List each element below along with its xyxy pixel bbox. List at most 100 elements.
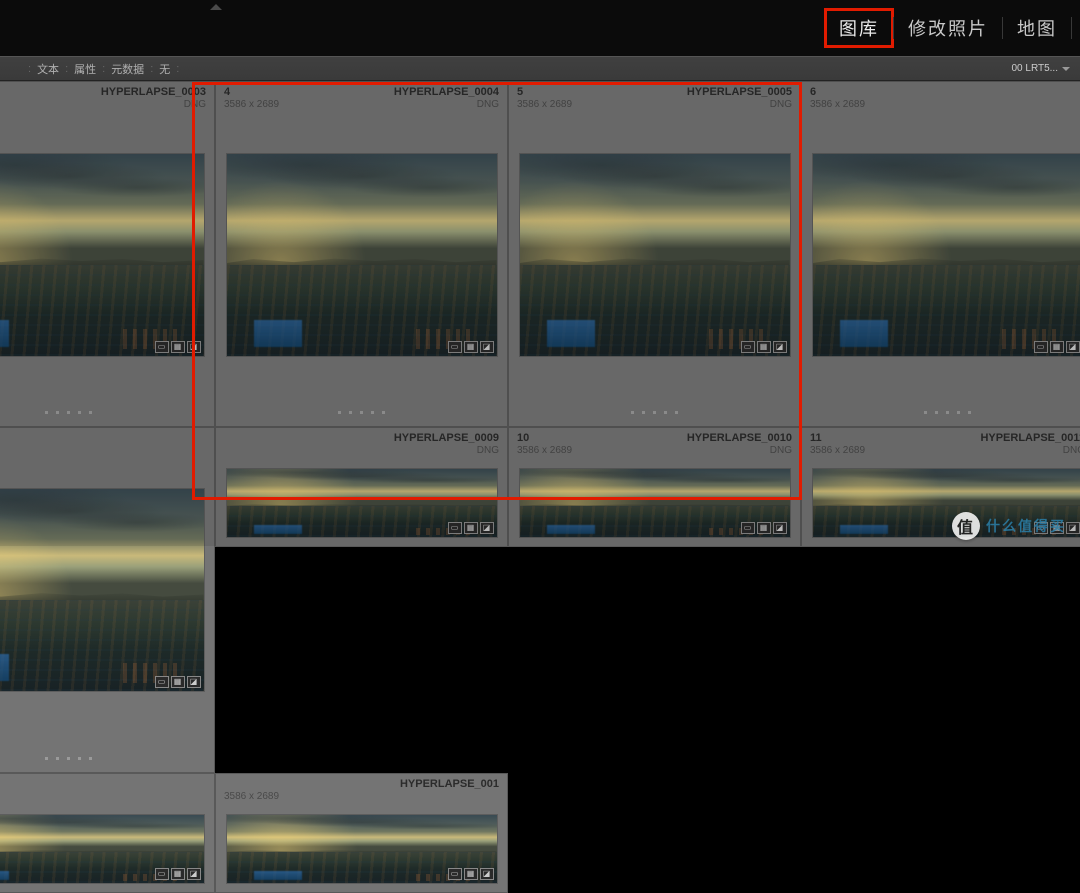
thumb-area: ▭ ▦ ◪: [0, 112, 214, 398]
badge-icon[interactable]: ◪: [480, 868, 494, 880]
badge-icon[interactable]: ▭: [155, 341, 169, 353]
badge-icon[interactable]: ◪: [187, 676, 201, 688]
grid-cell[interactable]: 5 HYPERLAPSE_0005 3586 x 2689 DNG ▭ ▦ ◪: [508, 81, 801, 427]
badge-icon[interactable]: ▦: [757, 341, 771, 353]
badge-icon[interactable]: ▦: [464, 341, 478, 353]
watermark-logo-icon: 值: [952, 512, 980, 540]
rating-dot[interactable]: [642, 411, 645, 414]
photo-thumbnail[interactable]: ▭ ▦ ◪: [0, 814, 205, 884]
badge-icon[interactable]: ▦: [171, 676, 185, 688]
badge-icon[interactable]: ◪: [773, 522, 787, 534]
cell-footer: [216, 398, 507, 426]
rating-dot[interactable]: [924, 411, 927, 414]
module-tab-develop[interactable]: 修改照片: [894, 9, 1002, 47]
filter-option-none[interactable]: 无: [159, 61, 170, 77]
photo-thumbnail[interactable]: ▭ ▦ ◪: [0, 488, 205, 692]
rating-dot[interactable]: [338, 411, 341, 414]
badge-icon[interactable]: ▭: [448, 868, 462, 880]
grid-cell[interactable]: 4 HYPERLAPSE_0004 3586 x 2689 DNG ▭ ▦ ◪: [215, 81, 508, 427]
badge-icon[interactable]: ▭: [155, 676, 169, 688]
badge-icon[interactable]: ▦: [171, 868, 185, 880]
rating-dot[interactable]: [382, 411, 385, 414]
photo-thumbnail[interactable]: ▭ ▦ ◪: [226, 153, 498, 357]
cell-filename: HYPERLAPSE_0003: [101, 86, 206, 98]
badge-icon[interactable]: ▦: [464, 522, 478, 534]
rating-dot[interactable]: [946, 411, 949, 414]
photo-thumbnail[interactable]: ▭ ▦ ◪: [812, 153, 1080, 357]
badge-icon[interactable]: ◪: [187, 341, 201, 353]
badge-icon[interactable]: ▦: [464, 868, 478, 880]
badge-icon[interactable]: ▭: [741, 341, 755, 353]
rating-dot[interactable]: [360, 411, 363, 414]
rating-dot[interactable]: [78, 411, 81, 414]
rating-dot[interactable]: [67, 757, 70, 760]
rating-dot[interactable]: [631, 411, 634, 414]
badge-icon[interactable]: ▭: [448, 341, 462, 353]
rating-dot[interactable]: [968, 411, 971, 414]
grid-cell[interactable]: HYPERLAPSE_0009 DNG ▭ ▦ ◪: [215, 427, 508, 547]
module-tab-map[interactable]: 地图: [1003, 9, 1071, 47]
rating-dot[interactable]: [45, 411, 48, 414]
cell-filename: HYPERLAPSE_0009: [394, 432, 499, 444]
library-filter-bar: : 文本 : 属性 : 元数据 : 无 : 00 LRT5...: [0, 56, 1080, 81]
rating-dot[interactable]: [675, 411, 678, 414]
rating-dot[interactable]: [349, 411, 352, 414]
rating-dot[interactable]: [78, 757, 81, 760]
rating-dot[interactable]: [89, 757, 92, 760]
grid-cell[interactable]: HYPERLAPSE_0003 DNG ▭ ▦ ◪: [0, 81, 215, 427]
badge-icon[interactable]: ◪: [1066, 522, 1080, 534]
cell-format: DNG: [1063, 445, 1080, 456]
badge-icon[interactable]: ▦: [1050, 341, 1064, 353]
badge-icon[interactable]: ▭: [1034, 341, 1048, 353]
rating-dot[interactable]: [45, 757, 48, 760]
rating-dot[interactable]: [653, 411, 656, 414]
photo-thumbnail[interactable]: ▭ ▦ ◪: [519, 468, 791, 538]
filter-option-text[interactable]: 文本: [37, 61, 59, 77]
rating-dot[interactable]: [957, 411, 960, 414]
cell-filename: HYPERLAPSE_0011: [980, 432, 1080, 444]
rating-dot[interactable]: [371, 411, 374, 414]
photo-thumbnail[interactable]: ▭ ▦ ◪: [519, 153, 791, 357]
rating-dot[interactable]: [89, 411, 92, 414]
badge-icon[interactable]: ◪: [1066, 341, 1080, 353]
rating-dot[interactable]: [935, 411, 938, 414]
badge-icon[interactable]: ◪: [480, 341, 494, 353]
thumbnail-badges: ▭ ▦ ◪: [741, 341, 787, 353]
badge-icon[interactable]: ▭: [448, 522, 462, 534]
cell-dimensions: 3586 x 2689: [224, 791, 279, 802]
cell-header: 6 3586 x 2689: [802, 82, 1080, 112]
rating-dot[interactable]: [664, 411, 667, 414]
grid-cell[interactable]: ▭ ▦ ◪: [0, 427, 215, 773]
badge-icon[interactable]: ▦: [757, 522, 771, 534]
badge-icon[interactable]: ▦: [171, 341, 185, 353]
thumbnail-badges: ▭ ▦ ◪: [1034, 341, 1080, 353]
cell-dimensions: 3586 x 2689: [810, 445, 865, 456]
badge-icon[interactable]: ▭: [741, 522, 755, 534]
badge-icon[interactable]: ◪: [773, 341, 787, 353]
grid-cell[interactable]: HYPERLAPSE_001 3586 x 2689 ▭ ▦ ◪: [215, 773, 508, 893]
filter-option-attributes[interactable]: 属性: [74, 61, 96, 77]
thumbnail-badges: ▭ ▦ ◪: [448, 522, 494, 534]
cell-header: 4 HYPERLAPSE_0004 3586 x 2689 DNG: [216, 82, 507, 112]
cell-footer: [802, 398, 1080, 426]
photo-thumbnail[interactable]: ▭ ▦ ◪: [226, 814, 498, 884]
rating-dot[interactable]: [67, 411, 70, 414]
grid-cell[interactable]: 6 3586 x 2689 ▭ ▦ ◪: [801, 81, 1080, 427]
panel-notch-icon: [210, 4, 222, 10]
badge-icon[interactable]: ◪: [480, 522, 494, 534]
photo-thumbnail[interactable]: ▭ ▦ ◪: [226, 468, 498, 538]
cell-format: DNG: [770, 445, 792, 456]
rating-dot[interactable]: [56, 411, 59, 414]
filter-preset-dropdown[interactable]: 00 LRT5...: [1011, 63, 1070, 74]
grid-cell[interactable]: 10 HYPERLAPSE_0010 3586 x 2689 DNG ▭ ▦ ◪: [508, 427, 801, 547]
badge-icon[interactable]: ◪: [187, 868, 201, 880]
rating-dot[interactable]: [56, 757, 59, 760]
grid-cell[interactable]: 12 3586 x 2689 ▭ ▦ ◪: [0, 773, 215, 893]
module-tab-library[interactable]: 图库: [825, 9, 893, 47]
cell-header: 10 HYPERLAPSE_0010 3586 x 2689 DNG: [509, 428, 800, 458]
filter-option-metadata[interactable]: 元数据: [111, 61, 144, 77]
photo-thumbnail[interactable]: ▭ ▦ ◪: [0, 153, 205, 357]
thumb-area: ▭ ▦ ◪: [0, 804, 214, 892]
badge-icon[interactable]: ▭: [155, 868, 169, 880]
thumbnail-badges: ▭ ▦ ◪: [741, 522, 787, 534]
